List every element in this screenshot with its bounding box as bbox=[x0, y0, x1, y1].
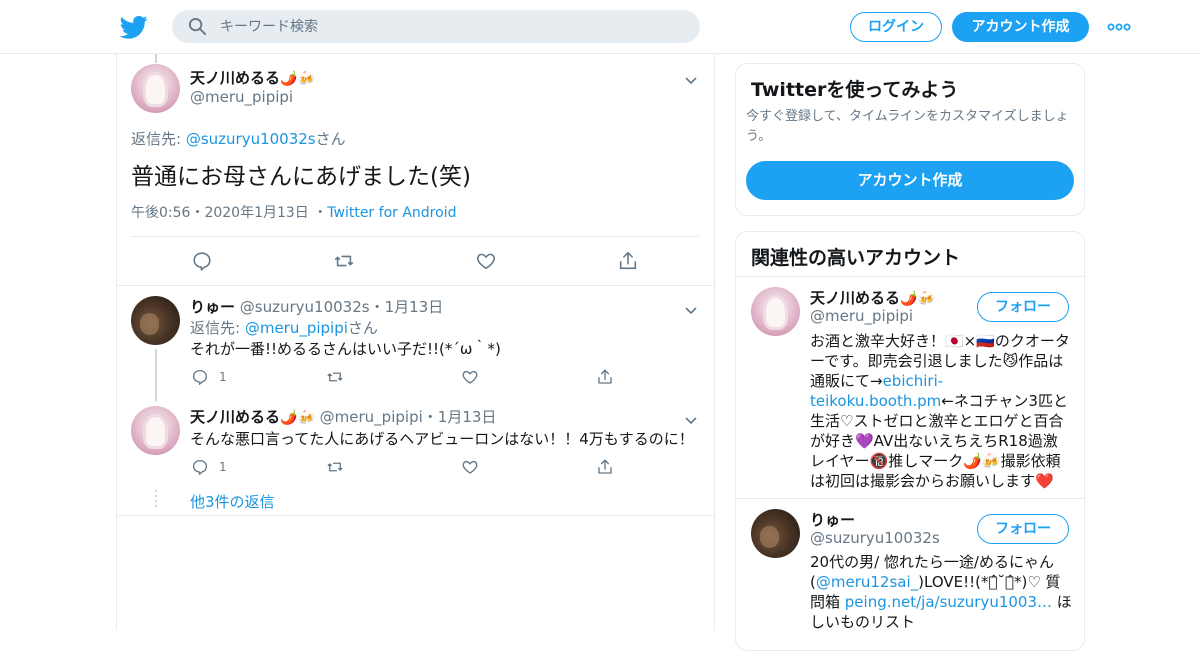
reply-icon[interactable] bbox=[191, 250, 213, 272]
avatar[interactable] bbox=[131, 296, 180, 345]
account-name-row[interactable]: りゅー bbox=[810, 509, 855, 530]
reply-to-link[interactable]: @suzuryu10032s bbox=[186, 130, 316, 148]
divider bbox=[130, 236, 699, 237]
meta-dot: ・ bbox=[369, 298, 385, 316]
tweet-date[interactable]: 2020年1月13日 bbox=[204, 205, 308, 221]
account-name: 天ノ川めるる bbox=[810, 289, 901, 307]
divider bbox=[736, 276, 1084, 277]
reply-prefix: 返信先: bbox=[190, 319, 245, 337]
retweet-icon[interactable] bbox=[326, 458, 344, 476]
thread-line bbox=[155, 349, 157, 401]
reply-suffix: さん bbox=[315, 130, 346, 148]
reply-icon[interactable] bbox=[191, 368, 209, 386]
account-bio: 20代の男/ 惚れたら一途/めるにゃん(@meru12sai_)LOVE!!(*… bbox=[810, 552, 1072, 632]
twitter-bird-icon[interactable] bbox=[119, 13, 148, 41]
share-icon[interactable] bbox=[596, 458, 614, 476]
follow-button[interactable]: フォロー bbox=[977, 514, 1069, 544]
like-icon[interactable] bbox=[461, 458, 479, 476]
bio-link[interactable]: @meru12sai_ bbox=[816, 573, 918, 591]
signup-card-button[interactable]: アカウント作成 bbox=[746, 161, 1074, 200]
tweet-source-link[interactable]: Twitter for Android bbox=[327, 205, 456, 221]
more-dots-icon[interactable] bbox=[1107, 19, 1131, 35]
related-title: 関連性の高いアカウント bbox=[751, 247, 961, 269]
chevron-down-icon[interactable] bbox=[684, 71, 698, 85]
author-handle[interactable]: @meru_pipipi bbox=[190, 88, 293, 106]
follow-button[interactable]: フォロー bbox=[977, 292, 1069, 322]
signup-button[interactable]: アカウント作成 bbox=[952, 12, 1089, 42]
like-icon[interactable] bbox=[461, 368, 479, 386]
top-bar: ログイン アカウント作成 bbox=[0, 0, 1200, 54]
reply-to-line: 返信先: @suzuryu10032sさん bbox=[131, 128, 346, 149]
tweet-author[interactable]: 天ノ川めるる🌶️🍻 bbox=[190, 67, 315, 88]
tweet-meta: 午後0:56・2020年1月13日 ・Twitter for Android bbox=[131, 202, 456, 222]
reply-count: 1 bbox=[219, 460, 227, 474]
signup-card-subtitle: 今すぐ登録して、タイムラインをカスタマイズしましょう。 bbox=[746, 109, 1069, 144]
reply-to-line: 返信先: @meru_pipipiさん bbox=[190, 317, 378, 338]
like-icon[interactable] bbox=[475, 250, 497, 272]
reply-date[interactable]: 1月13日 bbox=[385, 298, 444, 316]
account-name-row[interactable]: 天ノ川めるる🌶️🍻 bbox=[810, 287, 935, 308]
reply-icon[interactable] bbox=[191, 458, 209, 476]
avatar[interactable] bbox=[751, 287, 800, 336]
name-emoji: 🌶️🍻 bbox=[900, 291, 935, 307]
reply-text: それが一番!!めるるさんはいい子だ!!(*´ω｀*) bbox=[190, 340, 501, 358]
retweet-icon[interactable] bbox=[333, 250, 355, 272]
signup-card-title: Twitterを使ってみよう bbox=[751, 79, 959, 101]
author-name[interactable]: りゅー bbox=[190, 298, 235, 316]
avatar[interactable] bbox=[131, 406, 180, 455]
search-icon bbox=[188, 17, 207, 36]
divider bbox=[116, 285, 715, 286]
share-icon[interactable] bbox=[617, 250, 639, 272]
name-emoji: 🌶️🍻 bbox=[280, 71, 315, 87]
tweet-text: 普通にお母さんにあげました(笑) bbox=[131, 164, 471, 190]
reply-date[interactable]: 1月13日 bbox=[438, 408, 497, 426]
chevron-down-icon[interactable] bbox=[684, 411, 698, 425]
meta-dot: ・ bbox=[190, 205, 205, 221]
more-replies-link[interactable]: 他3件の返信 bbox=[190, 491, 275, 512]
thread-line bbox=[155, 54, 157, 63]
chevron-down-icon[interactable] bbox=[684, 301, 698, 315]
tweet-time[interactable]: 午後0:56 bbox=[131, 205, 190, 221]
reply-header: 天ノ川めるる🌶️🍻 @meru_pipipi・1月13日 bbox=[190, 406, 496, 427]
author-name: 天ノ川めるる bbox=[190, 69, 281, 87]
avatar[interactable] bbox=[751, 509, 800, 558]
bio-link[interactable]: peing.net/ja/suzuryu1003… bbox=[845, 593, 1052, 611]
reply-prefix: 返信先: bbox=[131, 130, 186, 148]
share-icon[interactable] bbox=[596, 368, 614, 386]
author-handle[interactable]: @meru_pipipi bbox=[320, 408, 423, 426]
account-handle[interactable]: @meru_pipipi bbox=[810, 307, 913, 325]
reply-text: そんな悪口言ってた人にあげるヘアビューロンはない！！4万もするのに！ bbox=[190, 430, 694, 448]
author-handle[interactable]: @suzuryu10032s bbox=[240, 298, 370, 316]
meta-dot: ・ bbox=[422, 408, 438, 426]
reply-header: りゅー @suzuryu10032s・1月13日 bbox=[190, 296, 443, 317]
name-emoji: 🌶️🍻 bbox=[280, 410, 315, 426]
account-handle[interactable]: @suzuryu10032s bbox=[810, 529, 940, 547]
retweet-icon[interactable] bbox=[326, 368, 344, 386]
account-name: りゅー bbox=[810, 511, 856, 529]
account-bio: お酒と激辛大好き！🇯🇵×🇷🇺のクオーターです。即売会引退しました😼作品は通販にて… bbox=[810, 331, 1072, 491]
reply-to-link[interactable]: @meru_pipipi bbox=[245, 319, 348, 337]
login-button[interactable]: ログイン bbox=[850, 12, 942, 42]
divider bbox=[116, 515, 715, 516]
reply-count: 1 bbox=[219, 370, 227, 384]
meta-dot: ・ bbox=[313, 205, 328, 221]
thread-dots bbox=[155, 490, 157, 510]
search-input[interactable] bbox=[220, 10, 680, 43]
avatar[interactable] bbox=[131, 64, 180, 113]
divider bbox=[736, 498, 1084, 499]
author-name[interactable]: 天ノ川めるる bbox=[190, 408, 280, 426]
reply-suffix: さん bbox=[347, 319, 378, 337]
search-box[interactable] bbox=[172, 10, 700, 43]
